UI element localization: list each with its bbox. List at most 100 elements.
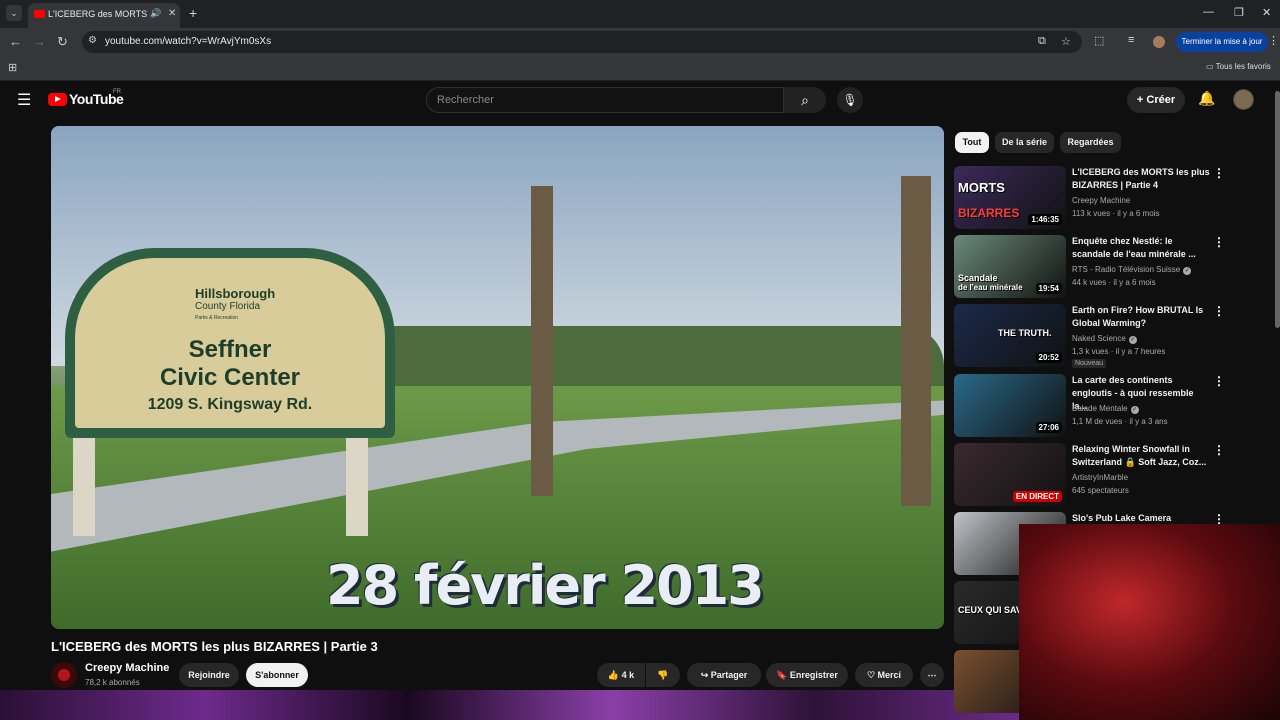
bookmark-star-icon[interactable]: ☆: [1061, 35, 1071, 48]
duration-badge: 1:46:35: [1028, 214, 1062, 225]
forward-icon[interactable]: →: [33, 34, 46, 49]
save-button[interactable]: 🔖 Enregistrer: [766, 663, 848, 687]
subscribe-button[interactable]: S'abonner: [246, 663, 308, 687]
video-player[interactable]: Hillsborough County Florida Parks & Recr…: [51, 126, 944, 629]
menu-icon[interactable]: ☰: [17, 90, 31, 110]
channel-avatar[interactable]: [51, 662, 77, 688]
recommendation-channel[interactable]: ArtistryInMarble: [1072, 473, 1128, 482]
recommendation-thumbnail[interactable]: MORTS BIZARRES 1:46:35: [954, 166, 1066, 229]
recommendation-menu-icon[interactable]: ⋮: [1213, 166, 1225, 180]
join-button[interactable]: Rejoindre: [179, 663, 239, 687]
recommendation-meta: 113 k vues · il y a 6 mois: [1072, 209, 1160, 218]
voice-search-icon[interactable]: 🎙: [837, 87, 863, 113]
dislike-button[interactable]: 👎: [646, 663, 680, 687]
recommendation-menu-icon[interactable]: ⋮: [1213, 304, 1225, 318]
address-bar: ← → ↻ ⚙ youtube.com/watch?v=WrAvjYm0sXs …: [0, 28, 1280, 56]
reload-icon[interactable]: ↻: [57, 34, 68, 50]
browser-menu-icon[interactable]: ⋮: [1268, 34, 1279, 47]
recommendation-channel[interactable]: RTS - Radio Télévision Suisse ✓: [1072, 265, 1192, 275]
recommendation-item[interactable]: 27:06 La carte des continents engloutis -…: [954, 374, 1274, 440]
recommendation-thumbnail[interactable]: EN DIRECT: [954, 443, 1066, 506]
share-label: Partager: [710, 670, 748, 680]
create-button[interactable]: + Créer: [1127, 87, 1185, 113]
more-actions-icon[interactable]: ⋯: [920, 663, 944, 687]
recommendation-title[interactable]: Relaxing Winter Snowfall in Switzerland …: [1072, 443, 1210, 469]
youtube-logo-icon[interactable]: [48, 93, 67, 106]
apps-grid-icon[interactable]: ⊞: [8, 61, 17, 74]
like-button[interactable]: 👍 4 k: [597, 663, 645, 687]
thanks-button[interactable]: ♡ Merci: [855, 663, 913, 687]
recommendation-channel[interactable]: Creepy Machine: [1072, 196, 1130, 205]
chip-all[interactable]: Tout: [955, 132, 989, 153]
profile-avatar-icon[interactable]: [1153, 36, 1165, 48]
recommendation-title[interactable]: Enquête chez Nestlé: le scandale de l'ea…: [1072, 235, 1210, 261]
recommendation-thumbnail[interactable]: THE TRUTH. 20:52: [954, 304, 1066, 367]
country-code: FR: [113, 89, 121, 95]
recommendation-meta: 1,3 k vues · il y a 7 heures: [1072, 347, 1166, 356]
recommendation-channel-name: RTS - Radio Télévision Suisse: [1072, 265, 1181, 274]
sign-county: Hillsborough: [195, 286, 276, 301]
recommendation-title[interactable]: Earth on Fire? How BRUTAL Is Global Warm…: [1072, 304, 1210, 330]
sign-state: County Florida: [195, 301, 261, 312]
search-button[interactable]: ⌕: [784, 87, 826, 113]
extensions-icon[interactable]: ⬚: [1094, 34, 1104, 47]
channel-name[interactable]: Creepy Machine: [85, 662, 169, 674]
recommendation-channel[interactable]: Naked Science ✓: [1072, 334, 1137, 344]
page-scrollbar[interactable]: [1275, 91, 1280, 328]
url-text: youtube.com/watch?v=WrAvjYm0sXs: [105, 36, 272, 47]
civic-center-sign: Hillsborough County Florida Parks & Recr…: [65, 248, 395, 438]
verified-icon: ✓: [1128, 336, 1137, 344]
media-control-icon[interactable]: ≡: [1128, 34, 1134, 46]
thanks-label: Merci: [877, 670, 902, 680]
recommendation-item[interactable]: Scandale de l'eau minérale 19:54 Enquête ch…: [954, 235, 1274, 301]
recommendation-channel-name: Creepy Machine: [1072, 196, 1131, 205]
recommendation-item[interactable]: EN DIRECT Relaxing Winter Snowfall in Swi…: [954, 443, 1274, 509]
folder-icon: ▭: [1206, 62, 1214, 71]
back-icon[interactable]: ←: [9, 34, 22, 49]
update-button[interactable]: Terminer la mise à jour: [1176, 32, 1268, 52]
notifications-icon[interactable]: 🔔: [1198, 90, 1215, 107]
share-button[interactable]: ↪ Partager: [687, 663, 761, 687]
sign-dept: Parks & Recreation: [195, 315, 239, 321]
like-count: 4 k: [621, 670, 635, 680]
save-label: Enregistrer: [789, 670, 838, 680]
recommendation-menu-icon[interactable]: ⋮: [1213, 235, 1225, 249]
recommendation-thumbnail[interactable]: 27:06: [954, 374, 1066, 437]
chip-watched[interactable]: Regardées: [1060, 132, 1121, 153]
close-window-icon[interactable]: ✕: [1262, 6, 1271, 19]
heart-dollar-icon: ♡: [866, 670, 876, 680]
chip-series[interactable]: De la série: [995, 132, 1054, 153]
thumbnail-text: Scandale: [958, 273, 998, 283]
new-tab-button[interactable]: +: [189, 5, 197, 21]
recommendation-item[interactable]: MORTS BIZARRES 1:46:35 L'ICEBERG des MORTS …: [954, 166, 1274, 232]
thumbnail-text: MORTS: [958, 180, 1005, 195]
sign-name-2: Civic Center: [159, 364, 301, 391]
site-info-icon[interactable]: ⚙: [88, 35, 97, 46]
recommendation-item[interactable]: THE TRUTH. 20:52 Earth on Fire? How BRUTAL…: [954, 304, 1274, 370]
recommendation-thumbnail[interactable]: Scandale de l'eau minérale 19:54: [954, 235, 1066, 298]
overlay-bottom-strip: [0, 690, 1019, 720]
audio-playing-icon[interactable]: 🔊: [150, 8, 161, 19]
palm-trunk: [901, 176, 931, 506]
recommendation-meta: 44 k vues · il y a 6 mois: [1072, 278, 1156, 287]
recommendation-channel[interactable]: Balade Mentale ✓: [1072, 404, 1139, 414]
browser-tab-bar: ⌄ L'ICEBERG des MORTS les plus BIZARRES …: [0, 0, 1280, 28]
user-avatar[interactable]: [1233, 89, 1254, 110]
close-tab-icon[interactable]: ✕: [168, 8, 176, 19]
search-input[interactable]: Rechercher: [426, 87, 784, 113]
palm-trunk: [531, 186, 553, 496]
all-bookmarks[interactable]: ▭ Tous les favoris: [1206, 62, 1271, 71]
tab-search-icon[interactable]: ⌄: [6, 5, 22, 21]
recommendation-menu-icon[interactable]: ⋮: [1213, 374, 1225, 388]
webcam-overlay: [1019, 524, 1280, 720]
search-icon: ⌕: [801, 92, 809, 108]
url-field[interactable]: ⚙ youtube.com/watch?v=WrAvjYm0sXs ⧉ ☆: [82, 31, 1082, 53]
minimize-icon[interactable]: —: [1203, 6, 1214, 18]
browser-tab[interactable]: L'ICEBERG des MORTS les plus BIZARRES | …: [28, 3, 180, 28]
recommendation-title[interactable]: L'ICEBERG des MORTS les plus BIZARRES | …: [1072, 166, 1210, 192]
youtube-header: ☰ YouTube FR Rechercher ⌕ 🎙 + Créer 🔔: [0, 81, 1280, 119]
maximize-icon[interactable]: ❐: [1234, 6, 1244, 19]
new-badge: Nouveau: [1072, 359, 1107, 368]
recommendation-menu-icon[interactable]: ⋮: [1213, 443, 1225, 457]
install-app-icon[interactable]: ⧉: [1038, 35, 1046, 48]
